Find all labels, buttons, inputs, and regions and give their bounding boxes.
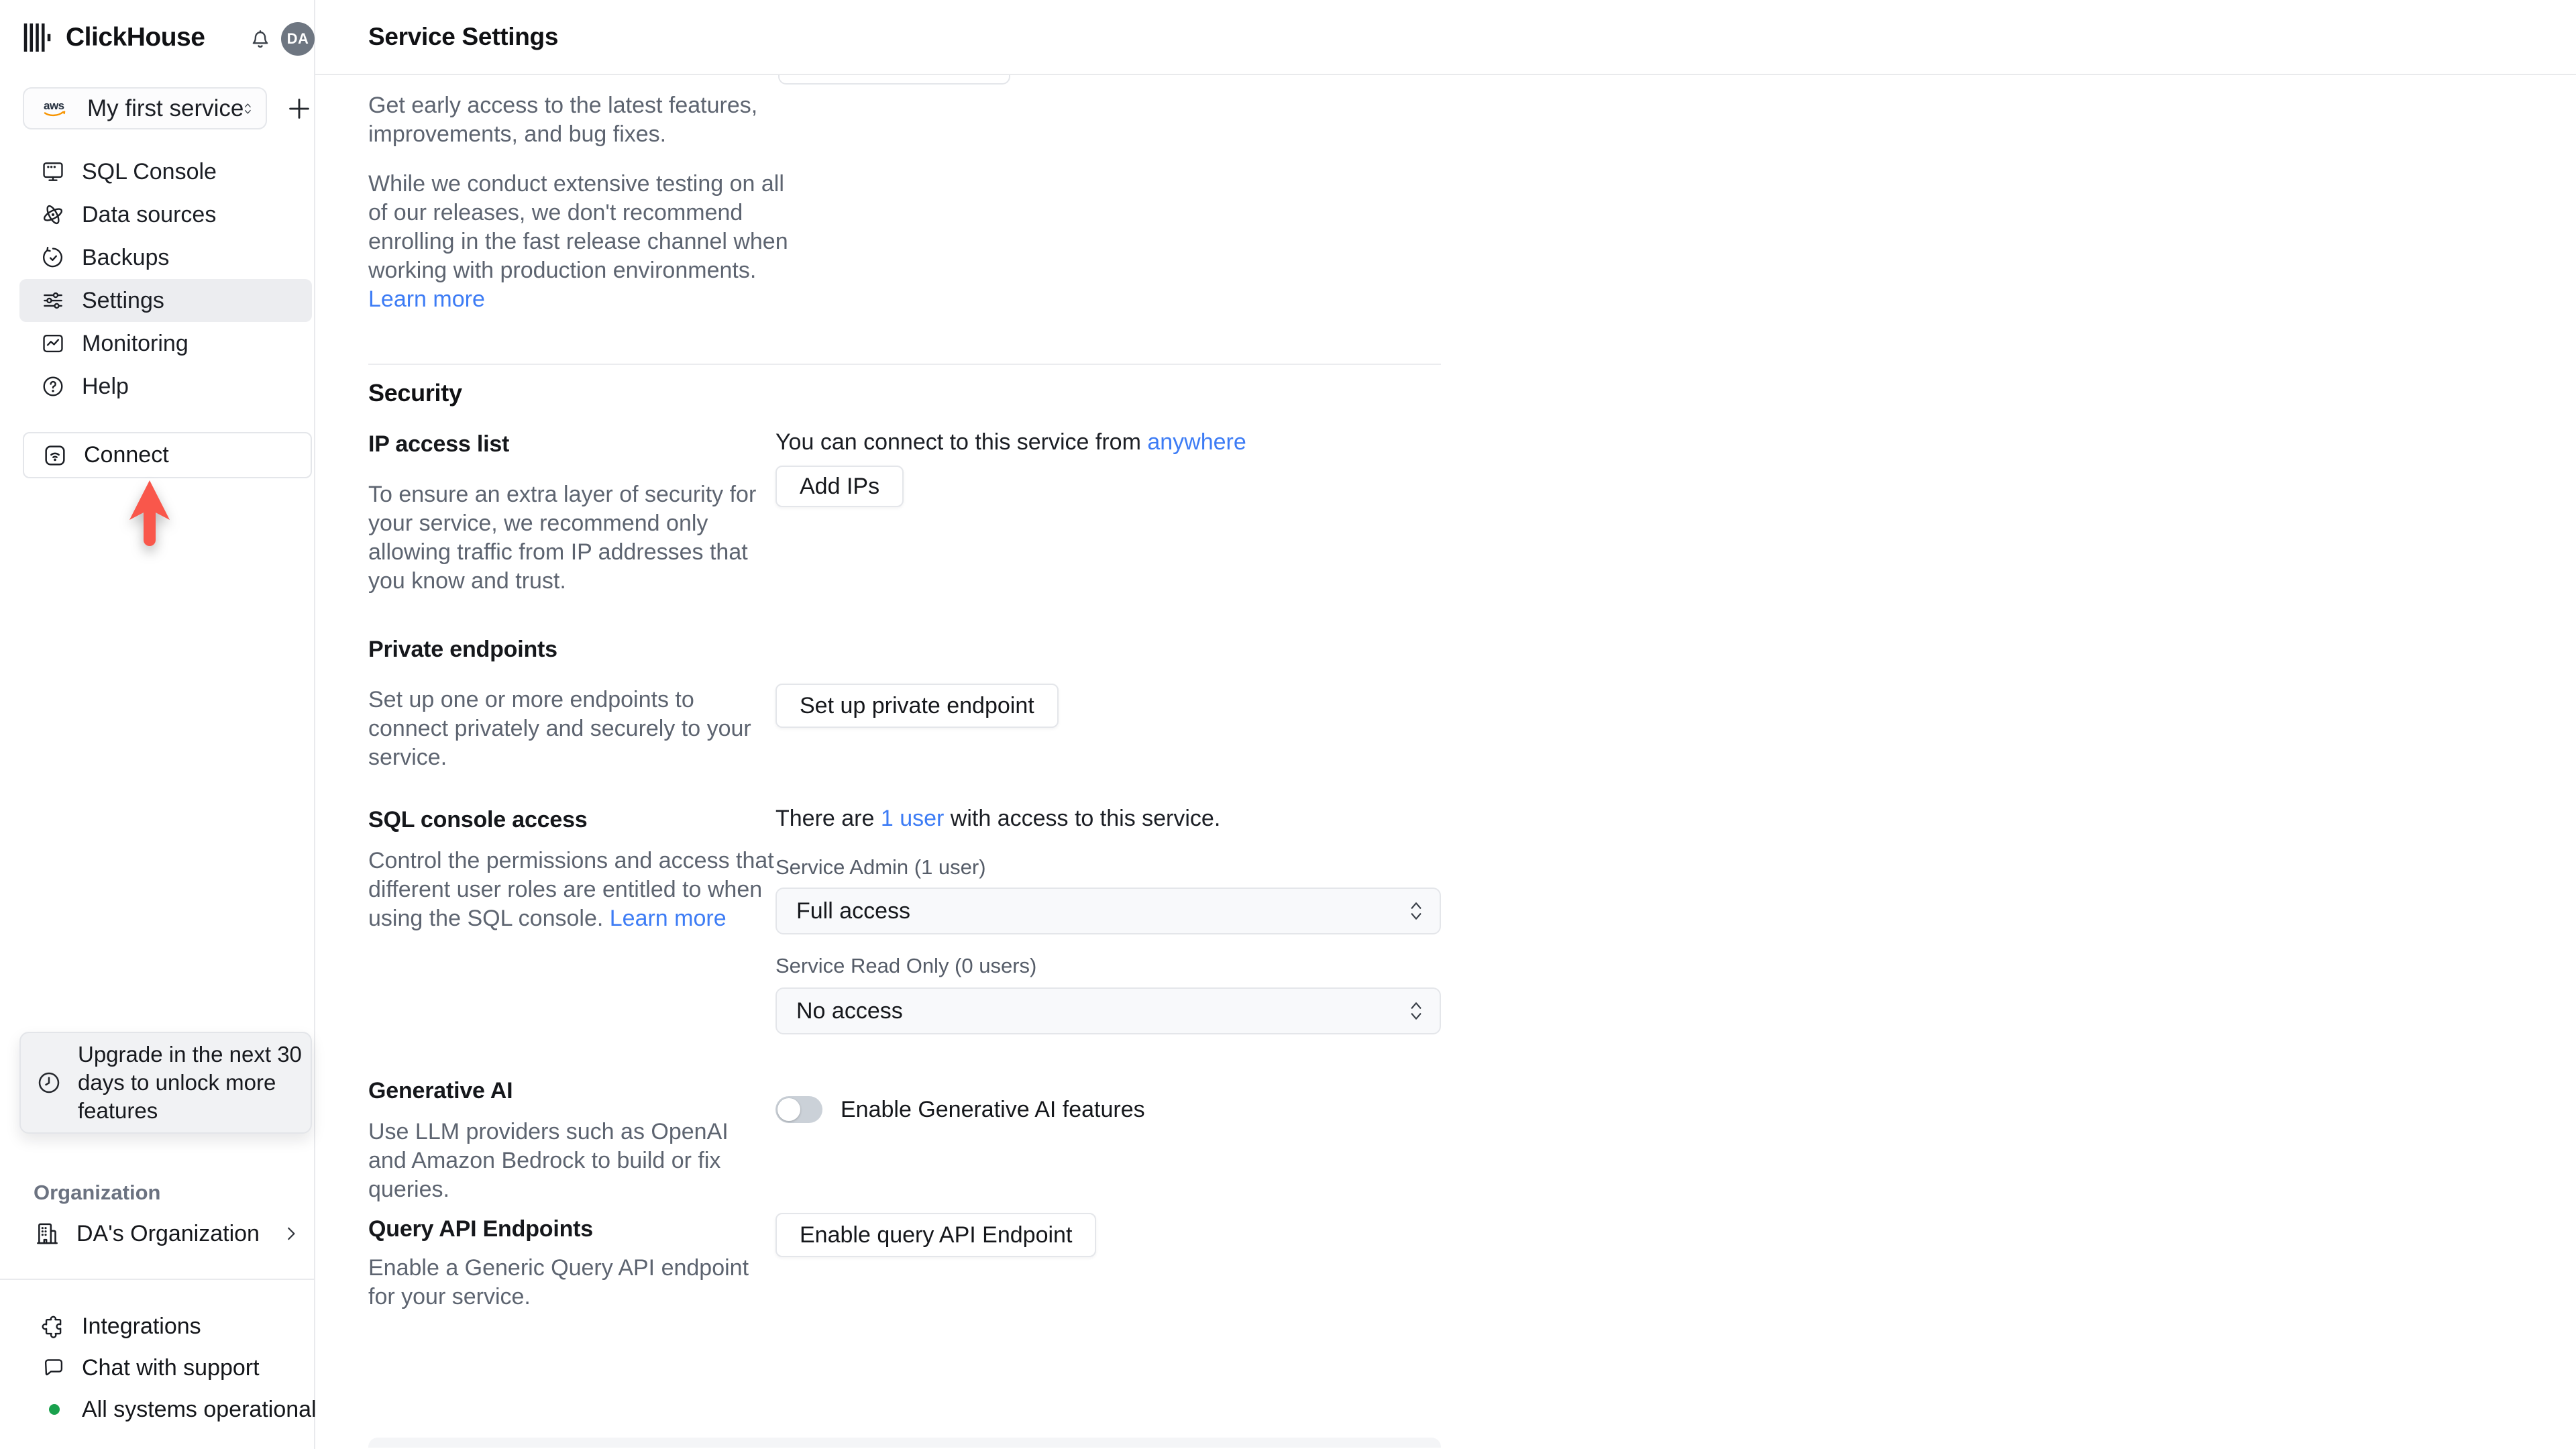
sidebar-item-chat-support[interactable]: Chat with support xyxy=(19,1348,312,1387)
system-status-item[interactable]: All systems operational xyxy=(19,1390,317,1429)
add-ips-button[interactable]: Add IPs xyxy=(775,466,904,507)
sidebar-item-integrations[interactable]: Integrations xyxy=(19,1307,312,1346)
ip-access-description: To ensure an extra layer of security for… xyxy=(368,482,757,594)
data-sources-icon xyxy=(43,205,63,225)
sidebar-item-label: Settings xyxy=(82,287,164,313)
service-readonly-label: Service Read Only (0 users) xyxy=(775,954,1037,977)
sql-access-summary-prefix: There are xyxy=(775,806,881,831)
backups-history-icon xyxy=(43,246,62,268)
query-api-description: Enable a Generic Query API endpoint for … xyxy=(368,1255,749,1309)
chevron-updown-icon xyxy=(245,103,252,114)
connect-label: Connect xyxy=(84,442,169,468)
generative-ai-toggle-row: Enable Generative AI features xyxy=(775,1096,1145,1123)
generative-ai-heading: Generative AI xyxy=(368,1078,513,1104)
sidebar-nav: SQL Console Data sources Backups Setting… xyxy=(19,150,312,408)
connect-wifi-icon xyxy=(45,445,65,466)
settings-content: Get early access to the latest features,… xyxy=(315,75,2576,1448)
ip-access-list-heading: IP access list xyxy=(368,431,510,457)
anywhere-link[interactable]: anywhere xyxy=(1147,429,1246,455)
integrations-puzzle-icon xyxy=(42,1316,62,1338)
sidebar-item-backups[interactable]: Backups xyxy=(19,236,312,279)
notifications-bell-icon[interactable] xyxy=(248,26,273,52)
add-service-button[interactable] xyxy=(284,93,315,124)
organization-switcher[interactable]: DA's Organization xyxy=(19,1212,312,1256)
release-description-2-text: While we conduct extensive testing on al… xyxy=(368,171,788,283)
annotation-arrow-up xyxy=(129,480,170,546)
private-endpoints-heading: Private endpoints xyxy=(368,637,557,662)
security-section-title: Security xyxy=(368,379,462,407)
sidebar-item-help[interactable]: Help xyxy=(19,365,312,408)
generative-ai-toggle[interactable] xyxy=(775,1096,822,1123)
service-admin-value: Full access xyxy=(796,898,911,924)
upgrade-notice-text: Upgrade in the next 30 days to unlock mo… xyxy=(78,1042,302,1123)
release-description-1: Get early access to the latest features,… xyxy=(368,93,758,147)
chat-bubble-icon xyxy=(44,1359,63,1376)
page-title: Service Settings xyxy=(368,23,559,50)
sidebar-item-monitoring[interactable]: Monitoring xyxy=(19,322,312,365)
section-divider xyxy=(368,364,1441,365)
service-readonly-select[interactable]: No access xyxy=(775,987,1441,1034)
private-endpoints-description: Set up one or more endpoints to connect … xyxy=(368,687,751,770)
sql-console-icon xyxy=(43,162,63,181)
main-area: Service Settings Get early access to the… xyxy=(315,0,2576,1449)
service-admin-label: Service Admin (1 user) xyxy=(775,855,986,879)
release-description-2: While we conduct extensive testing on al… xyxy=(368,170,801,314)
organization-building-icon xyxy=(37,1223,58,1244)
status-green-dot xyxy=(49,1404,60,1415)
clock-icon xyxy=(38,1072,60,1093)
chevron-updown-icon xyxy=(1411,1002,1421,1020)
release-learn-more-link[interactable]: Learn more xyxy=(368,286,485,312)
connect-button[interactable]: Connect xyxy=(23,432,312,478)
ip-access-summary-text: You can connect to this service from xyxy=(775,429,1148,455)
sql-access-summary-suffix: with access to this service. xyxy=(944,806,1221,831)
main-header: Service Settings xyxy=(315,0,2576,75)
sidebar-item-label: SQL Console xyxy=(82,158,217,184)
sidebar-item-data-sources[interactable]: Data sources xyxy=(19,193,312,236)
sidebar-item-label: Backups xyxy=(82,244,170,270)
aws-provider-icon: aws xyxy=(44,99,66,116)
service-readonly-value: No access xyxy=(796,998,903,1024)
service-selector[interactable]: aws My first service xyxy=(23,87,267,129)
sql-console-access-heading: SQL console access xyxy=(368,807,588,833)
setup-private-endpoint-button[interactable]: Set up private endpoint xyxy=(775,684,1059,728)
clickhouse-logo-icon xyxy=(23,23,51,52)
one-user-link[interactable]: 1 user xyxy=(881,806,945,831)
service-name: My first service xyxy=(87,95,244,121)
service-admin-select[interactable]: Full access xyxy=(775,888,1441,934)
next-section-panel-partial xyxy=(368,1438,1441,1448)
integrations-label: Integrations xyxy=(82,1313,201,1339)
monitoring-chart-icon xyxy=(43,334,63,353)
organization-name: DA's Organization xyxy=(76,1220,260,1246)
sidebar-item-settings[interactable]: Settings xyxy=(19,279,312,322)
sidebar-item-label: Data sources xyxy=(82,201,217,227)
ip-access-summary: You can connect to this service from any… xyxy=(775,429,1246,455)
enable-query-api-button[interactable]: Enable query API Endpoint xyxy=(775,1213,1097,1257)
query-api-heading: Query API Endpoints xyxy=(368,1216,593,1242)
brand-name: ClickHouse xyxy=(66,23,205,52)
help-icon xyxy=(43,376,63,396)
sidebar-divider xyxy=(0,1279,315,1280)
generative-ai-description: Use LLM providers such as OpenAI and Ama… xyxy=(368,1119,729,1202)
chevron-updown-icon xyxy=(1411,902,1421,920)
upgrade-notice-card[interactable]: Upgrade in the next 30 days to unlock mo… xyxy=(19,1032,312,1134)
generative-ai-toggle-label: Enable Generative AI features xyxy=(841,1096,1145,1122)
chevron-right-icon xyxy=(288,1227,295,1240)
sql-access-description: Control the permissions and access that … xyxy=(368,847,777,933)
sql-access-summary: There are 1 user with access to this ser… xyxy=(775,806,1220,832)
user-avatar[interactable]: DA xyxy=(281,22,315,56)
brand: ClickHouse xyxy=(23,20,205,55)
svg-text:aws: aws xyxy=(44,99,64,112)
clickhouse-app: ClickHouse DA aws My first service SQL C… xyxy=(0,0,2576,1449)
release-channel-select-partial[interactable] xyxy=(778,75,1010,85)
organization-section-label: Organization xyxy=(34,1181,161,1204)
settings-sliders-icon xyxy=(44,292,62,309)
sidebar-item-label: Help xyxy=(82,373,129,399)
sidebar-item-label: Monitoring xyxy=(82,330,189,356)
sql-access-learn-more-link[interactable]: Learn more xyxy=(610,906,727,931)
toggle-knob xyxy=(777,1098,800,1121)
sidebar-item-sql-console[interactable]: SQL Console xyxy=(19,150,312,193)
chat-support-label: Chat with support xyxy=(82,1354,260,1381)
system-status-label: All systems operational xyxy=(82,1396,317,1422)
sidebar: ClickHouse DA aws My first service SQL C… xyxy=(0,0,317,1449)
